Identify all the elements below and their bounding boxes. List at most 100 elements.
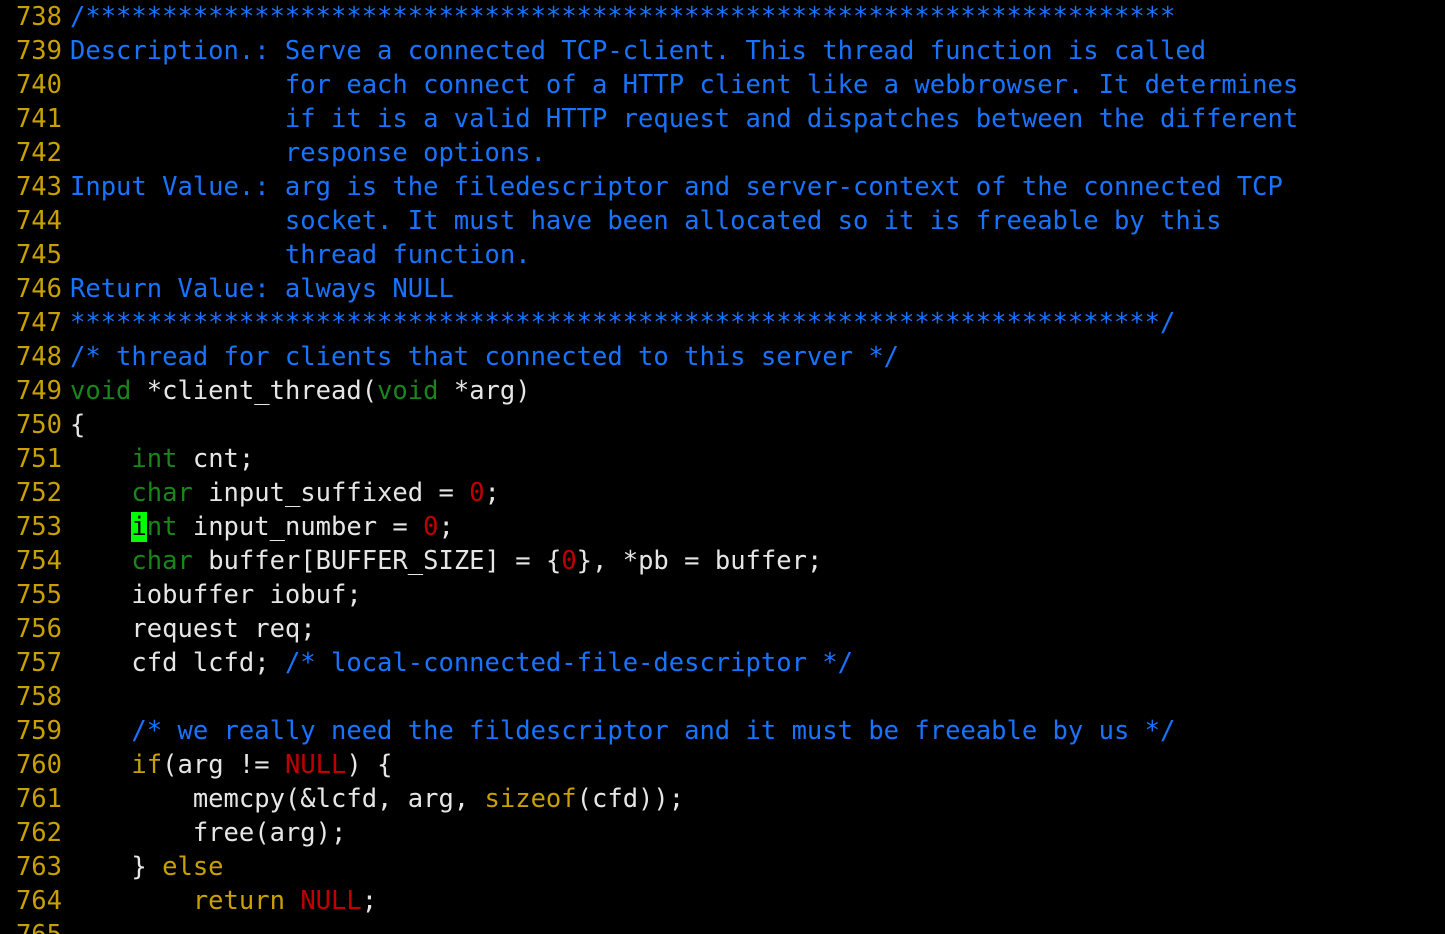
code-line-content: Description.: Serve a connected TCP-clie… [70, 36, 1206, 66]
code-line[interactable]: 763 } else [0, 850, 1445, 884]
code-token-plain: buffer[BUFFER_SIZE] = { [192, 546, 562, 576]
code-token-plain: }, *pb = buffer; [576, 546, 823, 576]
code-token-stmt: else [162, 852, 224, 882]
code-token-comment: if it is a valid HTTP request and dispat… [70, 104, 1299, 134]
code-line-content: iobuffer iobuf; [70, 580, 362, 610]
code-line[interactable]: 749 void *client_thread(void *arg) [0, 374, 1445, 408]
code-line-content: } else [70, 852, 224, 882]
code-token-plain: *arg) [438, 376, 531, 406]
code-line[interactable]: 758 [0, 680, 1445, 714]
code-line[interactable]: 762 free(arg); [0, 816, 1445, 850]
code-token-plain: iobuffer iobuf; [70, 580, 362, 610]
text-cursor[interactable]: i [131, 512, 147, 542]
code-line-content: request req; [70, 614, 316, 644]
code-line-content: for each connect of a HTTP client like a… [70, 70, 1298, 100]
code-line[interactable]: 743 Input Value.: arg is the filedescript… [0, 170, 1445, 204]
code-line[interactable]: 746 Return Value: always NULL [0, 272, 1445, 306]
code-line[interactable]: 759 /* we really need the fildescriptor … [0, 714, 1445, 748]
line-number: 738 [15, 2, 62, 32]
code-line[interactable]: 761 memcpy(&lcfd, arg, sizeof(cfd)); [0, 782, 1445, 816]
code-token-const: 0 [469, 478, 485, 508]
code-line[interactable]: 751 int cnt; [0, 442, 1445, 476]
code-line[interactable]: 755 iobuffer iobuf; [0, 578, 1445, 612]
code-line[interactable]: 756 request req; [0, 612, 1445, 646]
code-token-plain: ; [438, 512, 454, 542]
code-line[interactable]: 753 int input_number = 0; [0, 510, 1445, 544]
code-line[interactable]: 760 if(arg != NULL) { [0, 748, 1445, 782]
code-line-content: if(arg != NULL) { [70, 750, 392, 780]
code-token-comment: response options. [70, 138, 546, 168]
code-token-plain: ; [484, 478, 500, 508]
code-line[interactable]: 740 for each connect of a HTTP client li… [0, 68, 1445, 102]
code-token-comment: for each connect of a HTTP client like a… [70, 70, 1299, 100]
code-token-comment: Return Value: always NULL [70, 274, 454, 304]
code-line-content: char input_suffixed = 0; [70, 478, 500, 508]
code-line-content: Input Value.: arg is the filedescriptor … [70, 172, 1283, 202]
code-token-plain: (cfd)); [576, 784, 685, 814]
code-token-type: void [70, 376, 132, 406]
code-token-comment: /* we really need the fildescriptor and … [131, 716, 1176, 746]
line-number: 741 [15, 104, 62, 134]
code-token-comment: Input Value.: arg is the filedescriptor … [70, 172, 1283, 202]
code-token-plain: free(arg); [70, 818, 347, 848]
code-line-content: void *client_thread(void *arg) [70, 376, 531, 406]
code-line-content: response options. [70, 138, 546, 168]
code-token-plain: cnt; [177, 444, 255, 474]
code-line-content: Return Value: always NULL [70, 274, 454, 304]
line-number: 749 [15, 376, 62, 406]
code-line[interactable]: 744 socket. It must have been allocated … [0, 204, 1445, 238]
code-line[interactable]: 757 cfd lcfd; /* local-connected-file-de… [0, 646, 1445, 680]
line-number: 739 [15, 36, 62, 66]
code-line-content: free(arg); [70, 818, 347, 848]
code-line[interactable]: 745 thread function. [0, 238, 1445, 272]
code-line[interactable]: 748 /* thread for clients that connected … [0, 340, 1445, 374]
line-number: 755 [15, 580, 62, 610]
line-number: 762 [15, 818, 62, 848]
code-line-content: /***************************************… [70, 2, 1175, 32]
code-token-comment: thread function. [70, 240, 531, 270]
code-line-content: char buffer[BUFFER_SIZE] = {0}, *pb = bu… [70, 546, 822, 576]
code-token-comment: /* local-connected-file-descriptor */ [284, 648, 853, 678]
line-number: 765 [0, 918, 70, 934]
code-line[interactable]: 754 char buffer[BUFFER_SIZE] = {0}, *pb … [0, 544, 1445, 578]
code-line[interactable]: 738 /************************************… [0, 0, 1445, 34]
code-token-comment: /* thread for clients that connected to … [70, 342, 900, 372]
code-line[interactable]: 764 return NULL; [0, 884, 1445, 918]
line-number: 758 [15, 682, 62, 712]
code-token-comment: Description.: Serve a connected TCP-clie… [70, 36, 1207, 66]
code-token-comment: ****************************************… [70, 308, 1176, 338]
code-token-plain: ; [361, 886, 378, 916]
code-token-plain: ) { [346, 750, 393, 780]
code-token-plain: (arg != [162, 750, 285, 780]
code-line-content: int input_number = 0; [70, 512, 454, 542]
code-token-plain: request req; [70, 614, 316, 644]
code-token-plain: cfd lcfd; [70, 648, 285, 678]
code-line-content: cfd lcfd; /* local-connected-file-descri… [70, 648, 853, 678]
code-line-content: memcpy(&lcfd, arg, sizeof(cfd)); [70, 784, 684, 814]
line-number: 760 [15, 750, 62, 780]
code-line-content: ****************************************… [70, 308, 1175, 338]
line-number: 746 [15, 274, 62, 304]
code-token-const: NULL [300, 886, 362, 916]
code-line[interactable]: 752 char input_suffixed = 0; [0, 476, 1445, 510]
code-line[interactable]: 742 response options. [0, 136, 1445, 170]
line-number: 750 [15, 410, 62, 440]
code-token-plain: input_suffixed = [192, 478, 470, 508]
code-token-const: 0 [423, 512, 439, 542]
code-line[interactable]: 765 [0, 918, 1445, 934]
code-editor-viewport[interactable]: 738 /************************************… [0, 0, 1445, 934]
code-line[interactable]: 747 *************************************… [0, 306, 1445, 340]
code-line[interactable]: 750 { [0, 408, 1445, 442]
code-token-plain: { [70, 410, 86, 440]
line-number: 753 [15, 512, 62, 542]
code-token-plain: } [70, 852, 163, 882]
code-line[interactable]: 739 Description.: Serve a connected TCP-c… [0, 34, 1445, 68]
code-line-content: if it is a valid HTTP request and dispat… [70, 104, 1298, 134]
code-token-const: NULL [284, 750, 347, 780]
code-token-type: void [377, 376, 439, 406]
code-token-stmt: return [192, 886, 285, 916]
code-line[interactable]: 741 if it is a valid HTTP request and di… [0, 102, 1445, 136]
code-line-content: return NULL; [70, 886, 377, 916]
